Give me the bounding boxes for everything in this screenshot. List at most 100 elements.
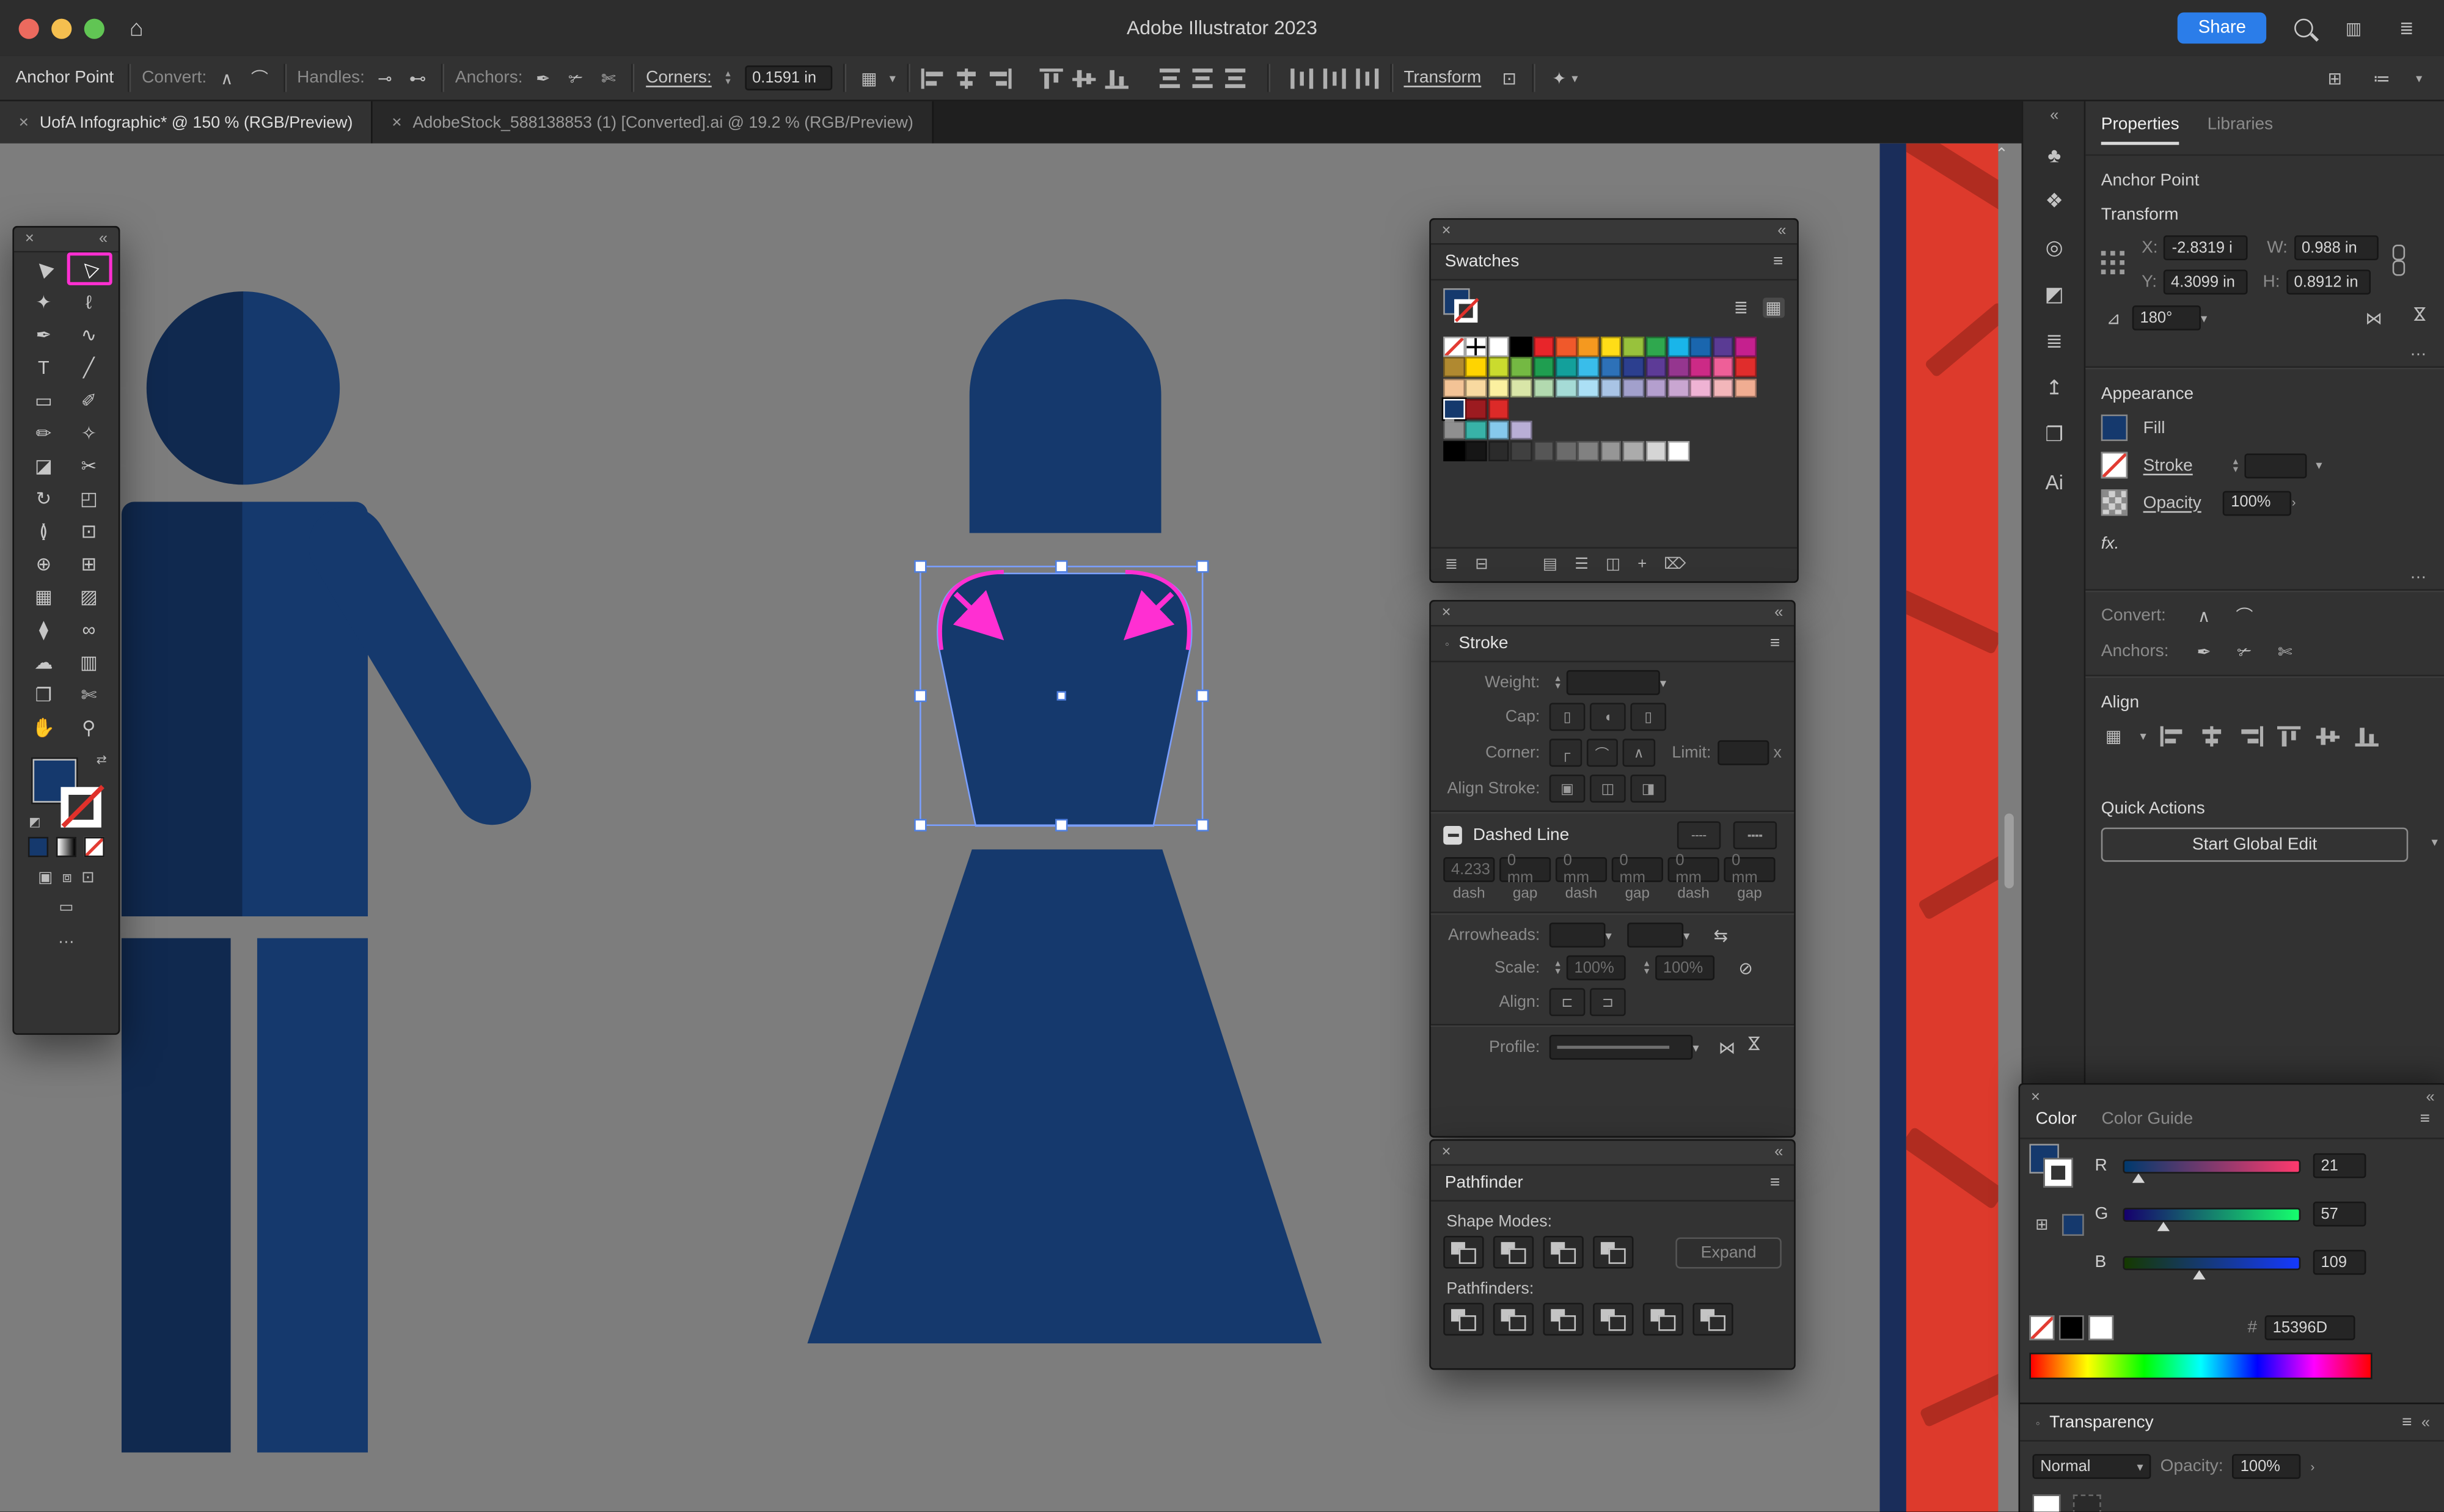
last-color-swatch[interactable] bbox=[2062, 1214, 2084, 1236]
column-graph-tool[interactable]: ▥ bbox=[66, 645, 111, 678]
paintbrush-tool[interactable]: ✐ bbox=[66, 384, 111, 417]
eraser-tool[interactable]: ◪ bbox=[21, 449, 66, 482]
control-panel-chevron-icon[interactable]: ▾ bbox=[2416, 71, 2422, 85]
swatch[interactable] bbox=[1690, 337, 1711, 356]
miter-join-icon[interactable]: ┌ bbox=[1549, 739, 1581, 767]
free-transform-icon[interactable]: ⊡ bbox=[1497, 65, 1522, 90]
select-similar-icon[interactable]: ✦ bbox=[1546, 65, 1571, 90]
swatch[interactable] bbox=[1578, 337, 1599, 356]
props-cut-anchor-icon[interactable]: ✄ bbox=[2272, 639, 2297, 664]
align-middle-icon[interactable] bbox=[1072, 68, 1097, 88]
eyedropper-tool[interactable]: ⧫ bbox=[21, 613, 66, 646]
document-tab[interactable]: ×AdobeStock_588138853 (1) [Converted].ai… bbox=[373, 101, 934, 144]
merge-icon[interactable] bbox=[1543, 1303, 1583, 1336]
swatch[interactable] bbox=[1466, 357, 1487, 377]
swatches-list-view-icon[interactable]: ≣ bbox=[1734, 297, 1749, 317]
swatch-registration[interactable] bbox=[1466, 337, 1487, 356]
limit-field[interactable] bbox=[1718, 740, 1769, 765]
pathfinder-close-icon[interactable]: × bbox=[1442, 1144, 1451, 1161]
control-panel-menu-icon[interactable]: ≔ bbox=[2369, 65, 2394, 90]
swatch[interactable] bbox=[1466, 378, 1487, 398]
fill-label[interactable]: Fill bbox=[2143, 418, 2165, 437]
transparency-menu-icon[interactable]: ≡ bbox=[2402, 1414, 2412, 1433]
close-window-button[interactable] bbox=[19, 18, 39, 38]
direct-selection-tool[interactable]: ▷ bbox=[66, 252, 111, 285]
swatch[interactable] bbox=[1556, 378, 1577, 398]
distribute-vertical-top-icon[interactable] bbox=[1157, 68, 1182, 88]
attributes-panel-icon[interactable]: ◎ bbox=[2023, 224, 2085, 271]
swatch[interactable] bbox=[1735, 378, 1756, 398]
swatch-options-icon[interactable]: ☰ bbox=[1575, 557, 1589, 574]
transparency-opacity-field[interactable]: 100% bbox=[2233, 1454, 2301, 1479]
swatch[interactable] bbox=[1488, 378, 1510, 398]
swatch[interactable] bbox=[1556, 337, 1577, 356]
type-tool[interactable]: T bbox=[21, 351, 66, 384]
start-global-edit-button[interactable]: Start Global Edit bbox=[2101, 828, 2409, 862]
arrow-align-end-icon[interactable]: ⊐ bbox=[1590, 988, 1626, 1016]
props-add-anchor-icon[interactable]: ✒ bbox=[2192, 639, 2217, 664]
tab-close-icon[interactable]: × bbox=[19, 113, 29, 132]
corners-link[interactable]: Corners: bbox=[646, 68, 712, 87]
x-field[interactable]: -2.8319 i bbox=[2164, 235, 2248, 260]
swatch[interactable] bbox=[1600, 441, 1622, 461]
global-edit-chevron-icon[interactable]: ▾ bbox=[2432, 835, 2438, 849]
swatch[interactable] bbox=[1466, 399, 1487, 418]
swatch-none[interactable] bbox=[1443, 337, 1465, 356]
swatch[interactable] bbox=[1556, 357, 1577, 377]
document-tab[interactable]: ×UofA Infographic* @ 150 % (RGB/Preview) bbox=[0, 101, 373, 144]
rotate-angle-chevron-icon[interactable]: ▾ bbox=[2201, 311, 2207, 325]
swatches-fill-stroke-indicator[interactable] bbox=[1443, 288, 1484, 326]
zoom-tool[interactable]: ⚲ bbox=[66, 710, 111, 743]
swatch[interactable] bbox=[1488, 337, 1510, 356]
color-spectrum-bar[interactable] bbox=[2029, 1353, 2372, 1379]
swatches-tab[interactable]: Swatches bbox=[1445, 252, 1520, 271]
swatches-close-icon[interactable]: × bbox=[1442, 223, 1451, 240]
none-color-swatch[interactable] bbox=[2029, 1315, 2054, 1340]
h-field[interactable]: 0.8912 in bbox=[2286, 269, 2371, 294]
swatch[interactable] bbox=[1645, 378, 1667, 398]
share-button[interactable]: Share bbox=[2178, 12, 2267, 43]
distribute-horizontal-center-icon[interactable] bbox=[1321, 68, 1346, 88]
swatches-collapse-icon[interactable]: « bbox=[1777, 223, 1786, 240]
channel-slider-thumb[interactable] bbox=[2157, 1221, 2170, 1230]
swatch[interactable] bbox=[1510, 337, 1532, 356]
channel-slider-g[interactable] bbox=[2123, 1207, 2300, 1221]
align-stroke-inside-icon[interactable]: ◫ bbox=[1590, 775, 1626, 803]
stroke-swatch[interactable] bbox=[2101, 452, 2128, 478]
stroke-collapse-icon[interactable]: « bbox=[1774, 605, 1783, 622]
touch-workspace-icon[interactable]: ⊞ bbox=[2322, 65, 2347, 90]
rotate-angle-field[interactable]: 180° bbox=[2132, 305, 2201, 331]
props-align-bottom-icon[interactable] bbox=[2355, 725, 2380, 745]
channel-slider-thumb[interactable] bbox=[2193, 1269, 2205, 1279]
convert-to-corner-icon[interactable]: ∧ bbox=[214, 65, 240, 90]
pathfinder-collapse-icon[interactable]: « bbox=[1774, 1144, 1783, 1161]
swatch[interactable] bbox=[1510, 441, 1532, 461]
distribute-horizontal-right-icon[interactable] bbox=[1354, 68, 1379, 88]
swatch[interactable] bbox=[1713, 357, 1734, 377]
transparency-title[interactable]: Transparency bbox=[2049, 1414, 2154, 1433]
channel-value-field[interactable]: 21 bbox=[2313, 1153, 2366, 1178]
swatch-selected[interactable] bbox=[1443, 399, 1465, 418]
align-bottom-icon[interactable] bbox=[1105, 68, 1130, 88]
distribute-vertical-center-icon[interactable] bbox=[1190, 68, 1215, 88]
arrowhead-end-chevron-icon[interactable]: ▾ bbox=[1683, 928, 1689, 942]
swatch[interactable] bbox=[1578, 441, 1599, 461]
swatch[interactable] bbox=[1600, 337, 1622, 356]
zoom-window-button[interactable] bbox=[84, 18, 104, 38]
female-torso-selection[interactable] bbox=[842, 533, 1294, 907]
weight-stepper[interactable]: ▴▾ bbox=[1549, 675, 1567, 691]
props-convert-corner-icon[interactable]: ∧ bbox=[2192, 603, 2217, 628]
channel-value-field[interactable]: 109 bbox=[2313, 1250, 2366, 1275]
opacity-chevron-icon[interactable]: › bbox=[2292, 495, 2296, 509]
corners-stepper[interactable]: ▴▾ bbox=[720, 70, 737, 86]
swatch[interactable] bbox=[1690, 357, 1711, 377]
search-icon[interactable] bbox=[2294, 19, 2313, 38]
magic-wand-tool[interactable]: ✦ bbox=[21, 285, 66, 318]
swatch[interactable] bbox=[1533, 337, 1554, 356]
props-convert-smooth-icon[interactable]: ⌒ bbox=[2232, 603, 2257, 628]
link-arrow-scales-icon[interactable]: ⊘ bbox=[1733, 955, 1758, 981]
swap-arrowheads-icon[interactable]: ⇆ bbox=[1708, 922, 1733, 948]
props-align-center-icon[interactable] bbox=[2200, 725, 2225, 745]
arrange-documents-icon[interactable]: ▥ bbox=[2341, 16, 2366, 41]
channel-slider-r[interactable] bbox=[2123, 1159, 2300, 1173]
